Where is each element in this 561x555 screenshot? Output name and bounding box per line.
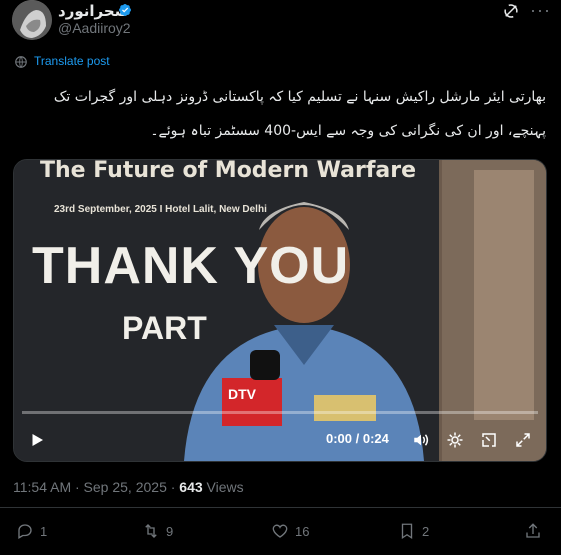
video-progress-bar[interactable] — [22, 411, 538, 414]
banner-date: 23rd September, 2025 I Hotel Lalit, New … — [54, 204, 267, 215]
post-timestamp[interactable]: 11:54 AM · Sep 25, 2025 · — [13, 479, 179, 495]
like-count: 16 — [295, 523, 310, 539]
repost-count: 9 — [166, 523, 174, 539]
globe-icon — [15, 56, 27, 68]
avatar[interactable] — [12, 0, 52, 40]
reply-count: 1 — [40, 523, 48, 539]
bookmark-icon — [401, 523, 413, 540]
bookmark-button[interactable]: 2 — [398, 522, 429, 540]
share-button[interactable] — [524, 522, 542, 540]
mic-label: DTV — [228, 386, 256, 402]
settings-gear-icon[interactable] — [446, 431, 464, 449]
avatar-image — [12, 0, 52, 40]
video-time: 0:00 / 0:24 — [326, 431, 389, 446]
views-label: Views — [202, 479, 244, 495]
grok-icon[interactable] — [502, 2, 520, 20]
author-handle[interactable]: @Aadiiroy2 — [58, 20, 131, 36]
heart-icon — [272, 524, 288, 538]
reply-icon — [18, 524, 32, 539]
reply-button[interactable]: 1 — [16, 522, 47, 540]
bookmark-count: 2 — [422, 523, 430, 539]
video-player[interactable]: The Future of Modern Warfare 23rd Septem… — [13, 159, 547, 462]
divider — [0, 507, 561, 508]
like-button[interactable]: 16 — [271, 522, 309, 540]
post-metadata: 11:54 AM · Sep 25, 2025 · 643 Views — [13, 479, 244, 495]
post-text: بھارتی ایئر مارشل راکیش سنہا نے تسلیم کی… — [53, 89, 546, 139]
share-icon — [526, 523, 540, 538]
banner-title: The Future of Modern Warfare — [40, 159, 417, 183]
views-count: 643 — [179, 479, 203, 495]
play-icon[interactable] — [28, 431, 46, 449]
translate-post-link[interactable]: Translate post — [34, 54, 110, 68]
fullscreen-icon[interactable] — [514, 431, 532, 449]
picture-in-picture-icon[interactable] — [480, 431, 498, 449]
verified-badge-icon — [119, 4, 131, 16]
repost-button[interactable]: 9 — [142, 522, 173, 540]
banner-thank-text: THANK YOU — [32, 237, 350, 295]
more-options-icon[interactable]: ··· — [530, 0, 551, 21]
banner-part-text: PART — [122, 310, 207, 346]
repost-icon — [145, 524, 157, 538]
volume-icon[interactable] — [412, 431, 430, 449]
